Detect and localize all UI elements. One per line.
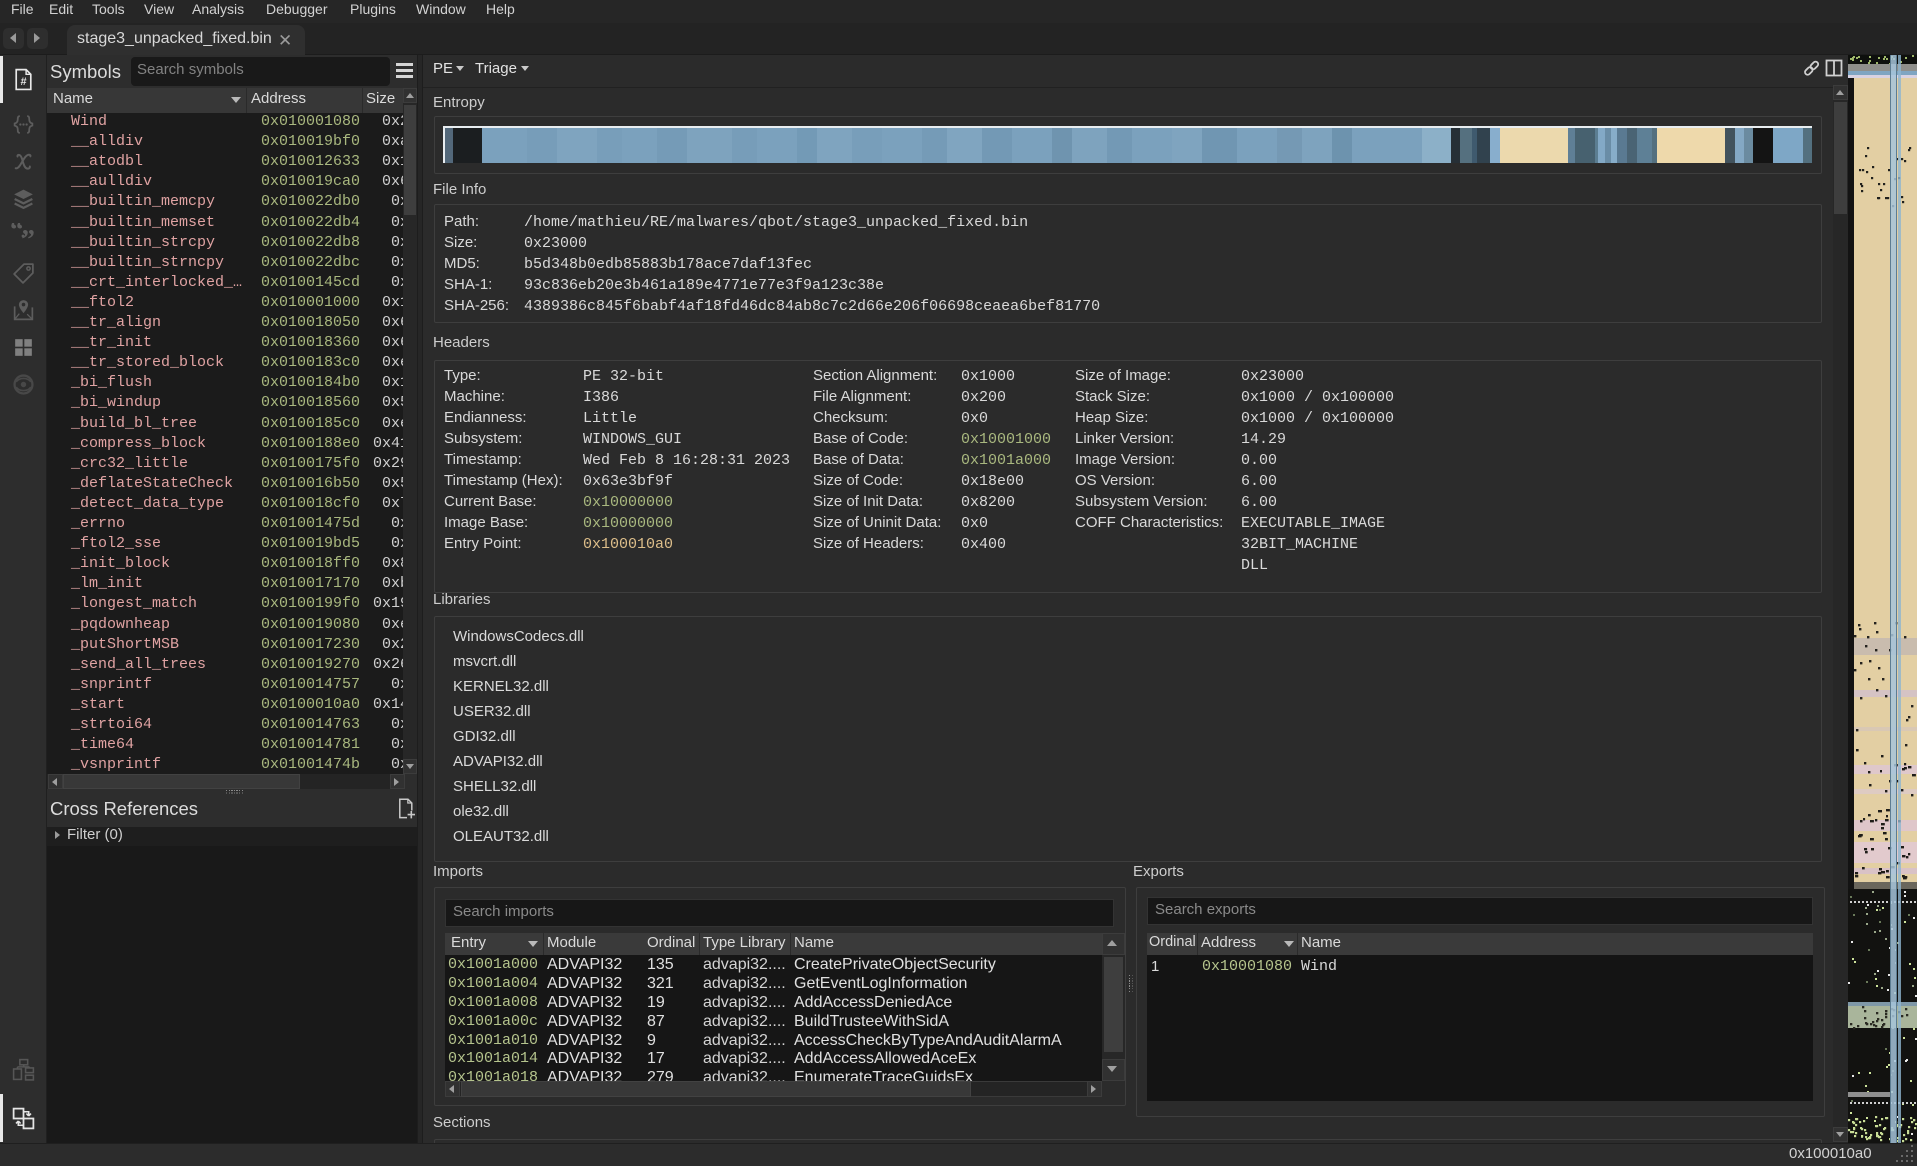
svg-text:#: #: [20, 76, 26, 88]
